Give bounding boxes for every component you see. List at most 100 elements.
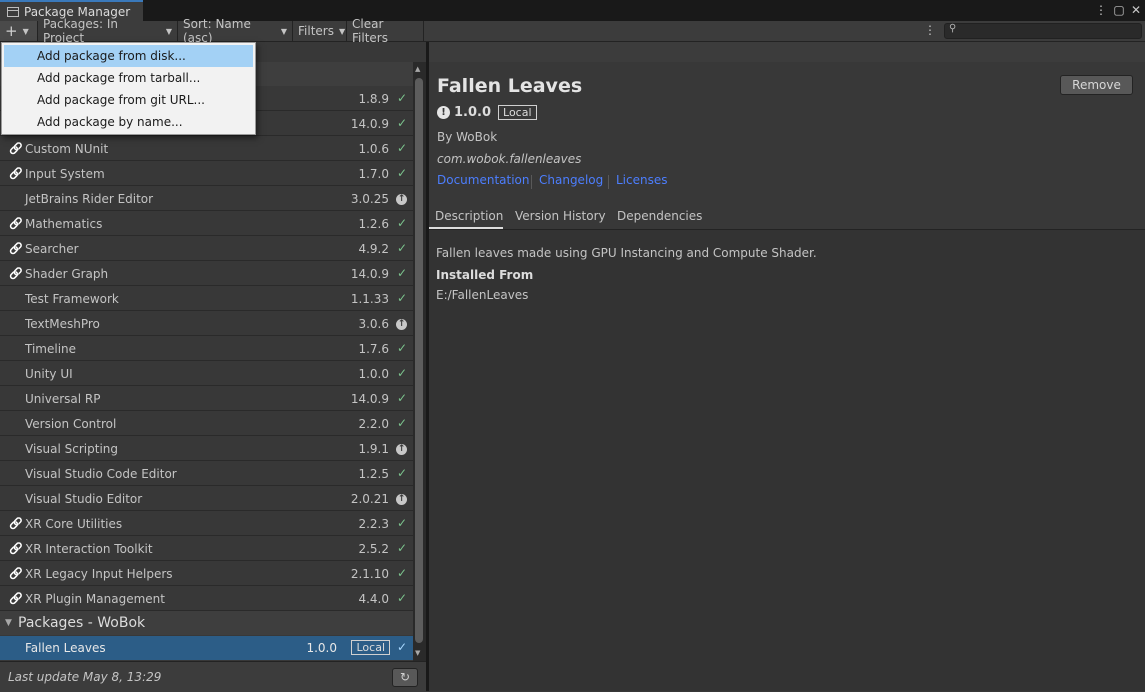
list-item[interactable]: 🔗 Searcher 4.9.2 ✓	[0, 237, 413, 261]
collapse-triangle-icon[interactable]: ▼	[5, 618, 12, 628]
package-name: Universal RP	[25, 392, 101, 406]
link-icon: 🔗	[9, 142, 23, 155]
update-available-icon: ↑	[396, 319, 407, 330]
tab-dependencies[interactable]: Dependencies	[617, 209, 702, 223]
package-icon	[7, 7, 19, 17]
list-item[interactable]: Version Control 2.2.0 ✓	[0, 412, 413, 436]
group-name: Packages - WoBok	[18, 615, 146, 631]
documentation-link[interactable]: Documentation	[437, 173, 530, 187]
list-item[interactable]: JetBrains Rider Editor 3.0.25 ↑	[0, 187, 413, 211]
list-item[interactable]: Visual Studio Editor 2.0.21 ↑	[0, 487, 413, 511]
package-name: XR Core Utilities	[25, 517, 123, 531]
list-item[interactable]: 🔗 XR Core Utilities 2.2.3 ✓	[0, 512, 413, 536]
link-icon: 🔗	[9, 567, 23, 580]
list-item[interactable]: Visual Studio Code Editor 1.2.5 ✓	[0, 462, 413, 486]
add-package-menu: Add package from disk... Add package fro…	[1, 42, 256, 135]
menu-item-add-from-disk[interactable]: Add package from disk...	[4, 45, 253, 67]
package-name: Fallen Leaves	[25, 641, 106, 655]
list-item[interactable]: 🔗 Mathematics 1.2.6 ✓	[0, 212, 413, 236]
menu-item-add-from-tarball[interactable]: Add package from tarball...	[4, 67, 253, 89]
filters-label: Filters	[298, 24, 334, 38]
tab-version-history[interactable]: Version History	[515, 209, 606, 223]
scroll-down-icon[interactable]: ▼	[415, 649, 420, 657]
local-badge: Local	[498, 105, 537, 120]
list-item[interactable]: 🔗 Shader Graph 14.0.9 ✓	[0, 262, 413, 286]
sort-label: Sort: Name (asc)	[183, 17, 251, 45]
tab-description[interactable]: Description	[435, 209, 503, 223]
search-icon: ⚲	[949, 23, 957, 34]
package-name: TextMeshPro	[25, 317, 100, 331]
package-version: 1.2.6	[358, 217, 389, 231]
installed-check-icon: ✓	[396, 466, 407, 480]
search-input[interactable]: ⚲	[944, 23, 1142, 39]
package-version: 3.0.6	[358, 317, 389, 331]
package-name: Custom NUnit	[25, 142, 109, 156]
update-available-icon: ↑	[396, 444, 407, 455]
clear-filters-button[interactable]: Clear Filters	[347, 17, 424, 45]
link-icon: 🔗	[9, 242, 23, 255]
list-item-fallen-leaves[interactable]: Fallen Leaves 1.0.0 Local ✓	[0, 636, 413, 660]
list-item[interactable]: Unity UI 1.0.0 ✓	[0, 362, 413, 386]
changelog-link[interactable]: Changelog	[539, 173, 603, 187]
menu-item-add-by-name[interactable]: Add package by name...	[4, 111, 253, 133]
installed-check-icon: ✓	[396, 391, 407, 405]
installed-check-icon: ✓	[396, 640, 407, 654]
link-icon: 🔗	[9, 217, 23, 230]
list-item[interactable]: Visual Scripting 1.9.1 ↑	[0, 437, 413, 461]
packages-filter-dropdown[interactable]: Packages: In Project ▼	[38, 17, 178, 45]
list-item[interactable]: 🔗 XR Interaction Toolkit 2.5.2 ✓	[0, 537, 413, 561]
package-version: 1.1.33	[350, 292, 389, 306]
link-divider	[608, 175, 609, 189]
package-name: Input System	[25, 167, 105, 181]
local-badge: Local	[351, 640, 390, 655]
package-version: 1.0.6	[358, 142, 389, 156]
installed-check-icon: ✓	[396, 541, 407, 555]
close-icon[interactable]: ✕	[1129, 3, 1143, 17]
package-name: XR Plugin Management	[25, 592, 165, 606]
installed-check-icon: ✓	[396, 516, 407, 530]
list-item[interactable]: 🔗 Custom NUnit 1.0.6 ✓	[0, 137, 413, 161]
toolbar-menu-icon[interactable]: ⋮	[924, 23, 936, 37]
package-name: Visual Studio Editor	[25, 492, 143, 506]
description-text: Fallen leaves made using GPU Instancing …	[436, 246, 817, 260]
licenses-link[interactable]: Licenses	[616, 173, 668, 187]
package-version: 1.7.0	[358, 167, 389, 181]
installed-from-label: Installed From	[436, 268, 534, 282]
window-title-bar	[0, 0, 1145, 21]
package-name: Searcher	[25, 242, 79, 256]
list-item[interactable]: 🔗 Input System 1.7.0 ✓	[0, 162, 413, 186]
list-item[interactable]: 🔗 XR Legacy Input Helpers 2.1.10 ✓	[0, 562, 413, 586]
scroll-up-icon[interactable]: ▲	[415, 65, 420, 73]
detail-version-row: ! 1.0.0 Local	[437, 105, 537, 120]
installed-check-icon: ✓	[396, 341, 407, 355]
package-name: Timeline	[25, 342, 77, 356]
group-header-wobok[interactable]: ▼ Packages - WoBok	[0, 611, 413, 635]
package-version: 3.0.25	[350, 192, 389, 206]
menu-item-add-from-git-url[interactable]: Add package from git URL...	[4, 89, 253, 111]
list-item[interactable]: Timeline 1.7.6 ✓	[0, 337, 413, 361]
list-item[interactable]: 🔗 XR Plugin Management 4.4.0 ✓	[0, 587, 413, 611]
plus-icon: +	[5, 22, 18, 40]
sort-dropdown[interactable]: Sort: Name (asc) ▼	[178, 17, 293, 45]
detail-version: 1.0.0	[454, 105, 492, 120]
author: By WoBok	[437, 130, 498, 144]
add-package-button[interactable]: + ▼	[0, 21, 38, 41]
installed-check-icon: ✓	[396, 91, 407, 105]
scrollbar-thumb[interactable]	[415, 78, 423, 643]
refresh-button[interactable]: ↻	[392, 668, 418, 687]
package-name: JetBrains Rider Editor	[25, 192, 154, 206]
remove-button[interactable]: Remove	[1060, 75, 1133, 95]
filters-dropdown[interactable]: Filters ▼	[293, 21, 347, 41]
more-options-icon[interactable]: ⋮	[1094, 3, 1108, 17]
list-item[interactable]: Test Framework 1.1.33 ✓	[0, 287, 413, 311]
list-footer: Last update May 8, 13:29 ↻	[0, 661, 426, 692]
installed-check-icon: ✓	[396, 216, 407, 230]
list-item[interactable]: Universal RP 14.0.9 ✓	[0, 387, 413, 411]
list-item[interactable]: TextMeshPro 3.0.6 ↑	[0, 312, 413, 336]
installed-check-icon: ✓	[396, 141, 407, 155]
maximize-icon[interactable]: ▢	[1112, 3, 1126, 17]
package-version: 2.2.0	[358, 417, 389, 431]
link-divider	[531, 175, 532, 189]
package-version: 2.2.3	[358, 517, 389, 531]
package-list-scrollbar[interactable]: ▲ ▼	[413, 62, 426, 661]
